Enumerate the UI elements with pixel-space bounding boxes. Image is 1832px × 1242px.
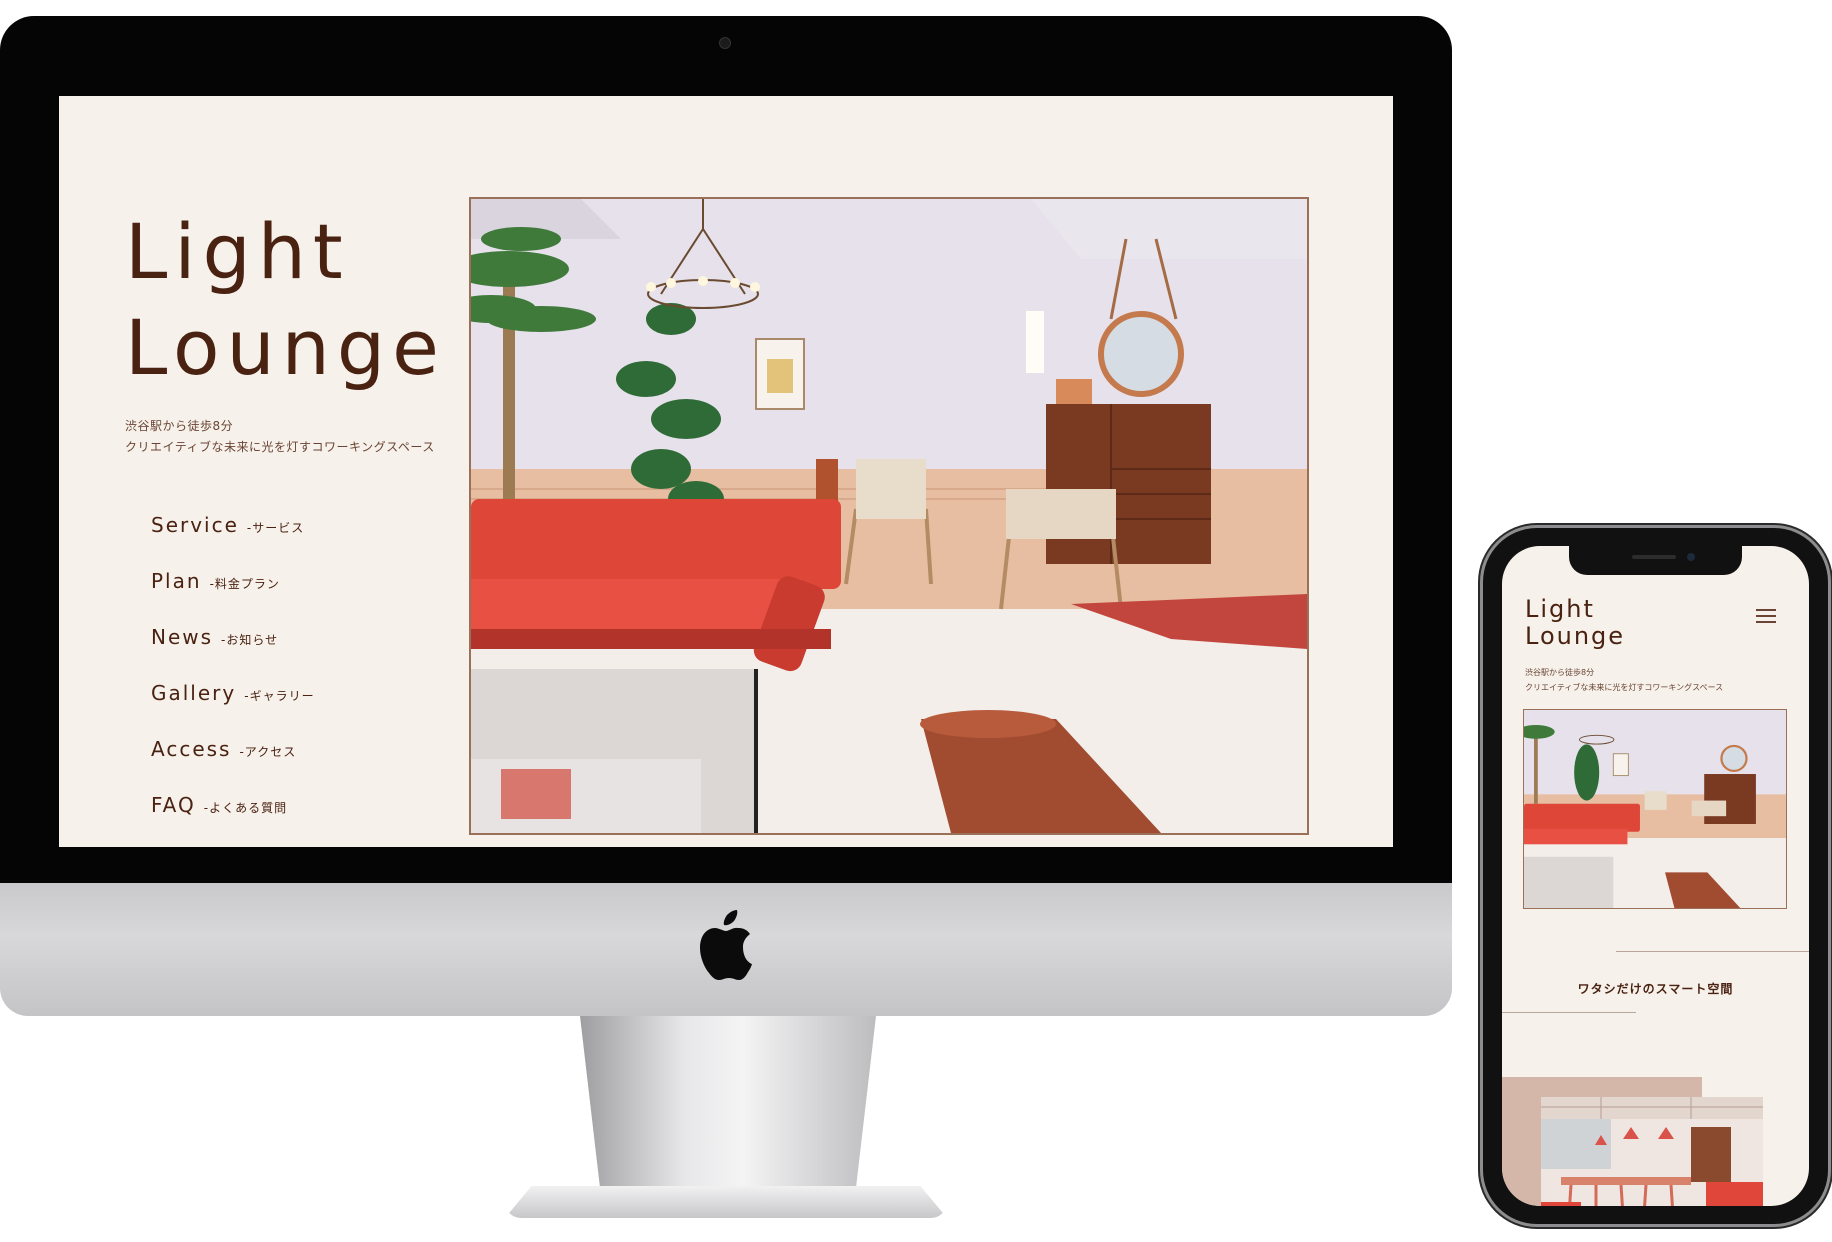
- nav-item-faq[interactable]: FAQ -よくある質問: [151, 793, 315, 847]
- section-heading: ワタシだけのスマート空間: [1577, 982, 1734, 996]
- site-logo[interactable]: Light Lounge: [125, 204, 446, 396]
- nav-label-jp: -ギャラリー: [244, 689, 315, 703]
- decorative-line: [1502, 1012, 1636, 1013]
- coworking-room-photo: [1541, 1097, 1763, 1206]
- brand-line-1: Light: [125, 207, 350, 296]
- hero-image: [469, 197, 1309, 835]
- decorative-line: [1616, 951, 1809, 952]
- nav-label-jp: -よくある質問: [203, 801, 288, 815]
- lounge-interior-photo: [471, 199, 1307, 833]
- nav-label-en: Service: [151, 513, 239, 537]
- iphone-frame: Light Lounge 渋谷駅から徒歩8分 クリエイティブな未来に光を灯すコワ…: [1483, 528, 1828, 1224]
- phone-volume-button: [1478, 700, 1482, 755]
- mobile-screen: Light Lounge 渋谷駅から徒歩8分 クリエイティブな未来に光を灯すコワ…: [1502, 546, 1809, 1206]
- hamburger-menu-icon[interactable]: [1756, 608, 1776, 624]
- phone-power-button: [1828, 700, 1832, 780]
- coworking-room-image: [1541, 1097, 1763, 1206]
- tagline: 渋谷駅から徒歩8分 クリエイティブな未来に光を灯すコワーキングスペース: [125, 416, 455, 458]
- mobile-tagline-line-2: クリエイティブな未来に光を灯すコワーキングスペース: [1525, 683, 1724, 692]
- mobile-tagline: 渋谷駅から徒歩8分 クリエイティブな未来に光を灯すコワーキングスペース: [1525, 665, 1723, 695]
- imac-chin: [0, 883, 1452, 1016]
- nav-label-en: Gallery: [151, 681, 237, 705]
- nav-label-jp: -料金プラン: [209, 577, 280, 591]
- lounge-interior-thumbnail: [1524, 710, 1786, 908]
- mobile-site-logo[interactable]: Light Lounge: [1525, 596, 1625, 650]
- nav-label-en: FAQ: [151, 793, 196, 817]
- mobile-brand-line-1: Light: [1525, 595, 1595, 623]
- mobile-brand-line-2: Lounge: [1525, 622, 1626, 650]
- nav-label-en: Plan: [151, 569, 202, 593]
- nav-label-en: Access: [151, 737, 232, 761]
- nav-label-jp: -お知らせ: [221, 633, 279, 647]
- tagline-line-2: クリエイティブな未来に光を灯すコワーキングスペース: [125, 440, 435, 454]
- phone-notch: [1569, 546, 1742, 575]
- imac-stand: [580, 1016, 876, 1194]
- imac-bezel: Light Lounge 渋谷駅から徒歩8分 クリエイティブな未来に光を灯すコワ…: [0, 16, 1452, 883]
- nav-label-jp: -アクセス: [239, 745, 297, 759]
- speaker-icon: [1632, 555, 1676, 559]
- phone-side-button: [1478, 650, 1482, 680]
- nav-label-en: News: [151, 625, 214, 649]
- apple-logo-icon: [700, 910, 752, 980]
- camera-icon: [719, 37, 731, 49]
- nav-item-plan[interactable]: Plan -料金プラン: [151, 569, 315, 625]
- brand-line-2: Lounge: [125, 303, 446, 392]
- nav-item-access[interactable]: Access -アクセス: [151, 737, 315, 793]
- main-nav: Service -サービス Plan -料金プラン News -お知らせ Gal…: [151, 513, 315, 847]
- nav-label-jp: -サービス: [246, 521, 305, 535]
- imac-stand-foot: [505, 1186, 947, 1218]
- nav-item-news[interactable]: News -お知らせ: [151, 625, 315, 681]
- nav-item-gallery[interactable]: Gallery -ギャラリー: [151, 681, 315, 737]
- mobile-hero-image: [1523, 709, 1787, 909]
- desktop-screen: Light Lounge 渋谷駅から徒歩8分 クリエイティブな未来に光を灯すコワ…: [59, 96, 1393, 847]
- tagline-line-1: 渋谷駅から徒歩8分: [125, 419, 234, 433]
- nav-item-service[interactable]: Service -サービス: [151, 513, 315, 569]
- mobile-tagline-line-1: 渋谷駅から徒歩8分: [1525, 668, 1595, 677]
- front-camera-icon: [1687, 553, 1695, 561]
